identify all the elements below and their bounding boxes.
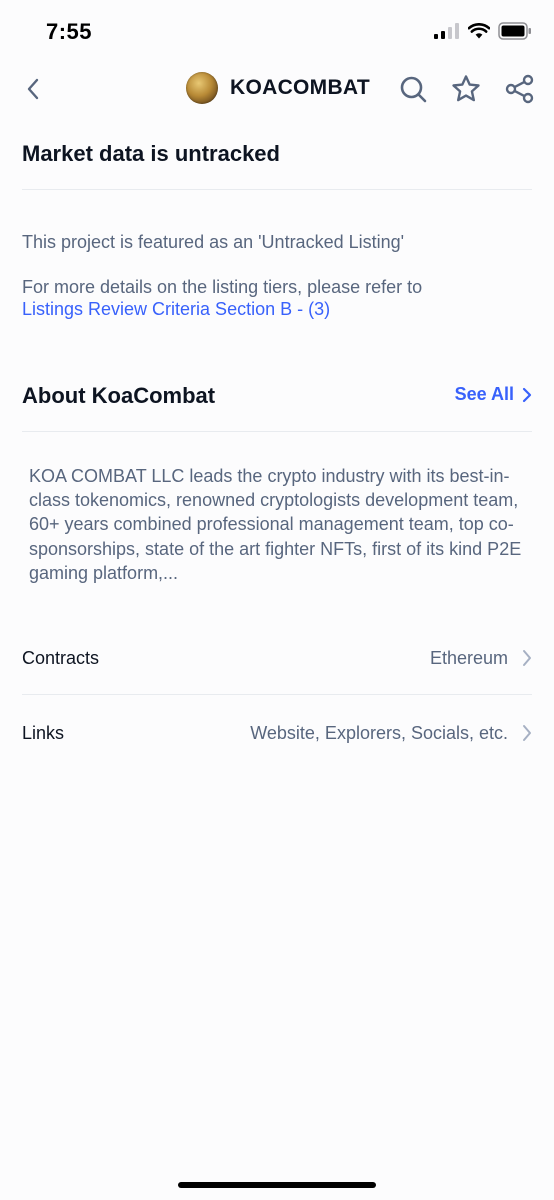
untracked-notice: This project is featured as an 'Untracke… xyxy=(22,232,405,252)
chevron-right-icon xyxy=(523,650,531,666)
wifi-icon xyxy=(468,23,490,39)
divider xyxy=(22,694,532,695)
search-icon xyxy=(400,76,427,103)
share-icon xyxy=(505,74,534,104)
chevron-right-icon xyxy=(523,725,531,741)
contracts-value-group: Ethereum xyxy=(430,648,532,669)
see-all-button[interactable]: See All xyxy=(455,384,532,405)
coin-logo xyxy=(186,72,218,104)
see-all-label: See All xyxy=(454,384,514,404)
signal-icon xyxy=(434,23,459,39)
links-row[interactable]: Links Website, Explorers, Socials, etc. xyxy=(22,713,532,753)
share-button[interactable] xyxy=(503,72,537,106)
links-value: Website, Explorers, Socials, etc. xyxy=(250,722,508,743)
battery-icon xyxy=(498,22,531,40)
divider xyxy=(22,431,532,432)
status-bar: 7:55 xyxy=(0,0,554,66)
nav-title: KOACOMBAT xyxy=(230,76,370,99)
chevron-left-icon xyxy=(27,78,39,100)
contracts-value: Ethereum xyxy=(429,647,508,668)
favorite-button[interactable] xyxy=(449,72,483,106)
listing-criteria-wrap: Listings Review Criteria Section B - (3) xyxy=(22,298,532,320)
listing-criteria-link[interactable]: Listings Review Criteria Section B - (3) xyxy=(22,299,330,319)
back-button[interactable] xyxy=(18,74,48,104)
market-heading: Market data is untracked xyxy=(22,141,280,166)
status-icons xyxy=(434,22,532,40)
chevron-right-icon xyxy=(522,387,532,402)
screen: 7:55 KOACOMBAT Market data is untracked … xyxy=(0,0,554,1200)
divider xyxy=(22,189,532,190)
contracts-row[interactable]: Contracts Ethereum xyxy=(22,638,532,678)
home-indicator[interactable] xyxy=(178,1182,376,1188)
star-icon xyxy=(452,75,480,102)
nav-title-group: KOACOMBAT xyxy=(186,72,370,104)
status-time: 7:55 xyxy=(46,19,93,44)
contracts-label: Contracts xyxy=(22,647,100,668)
listing-tiers-note: For more details on the listing tiers, p… xyxy=(22,277,423,297)
search-button[interactable] xyxy=(396,72,430,106)
about-description: KOA COMBAT LLC leads the crypto industry… xyxy=(29,466,522,583)
links-value-group: Website, Explorers, Socials, etc. xyxy=(250,723,532,744)
nav-bar: KOACOMBAT xyxy=(0,66,554,112)
links-label: Links xyxy=(22,722,65,743)
